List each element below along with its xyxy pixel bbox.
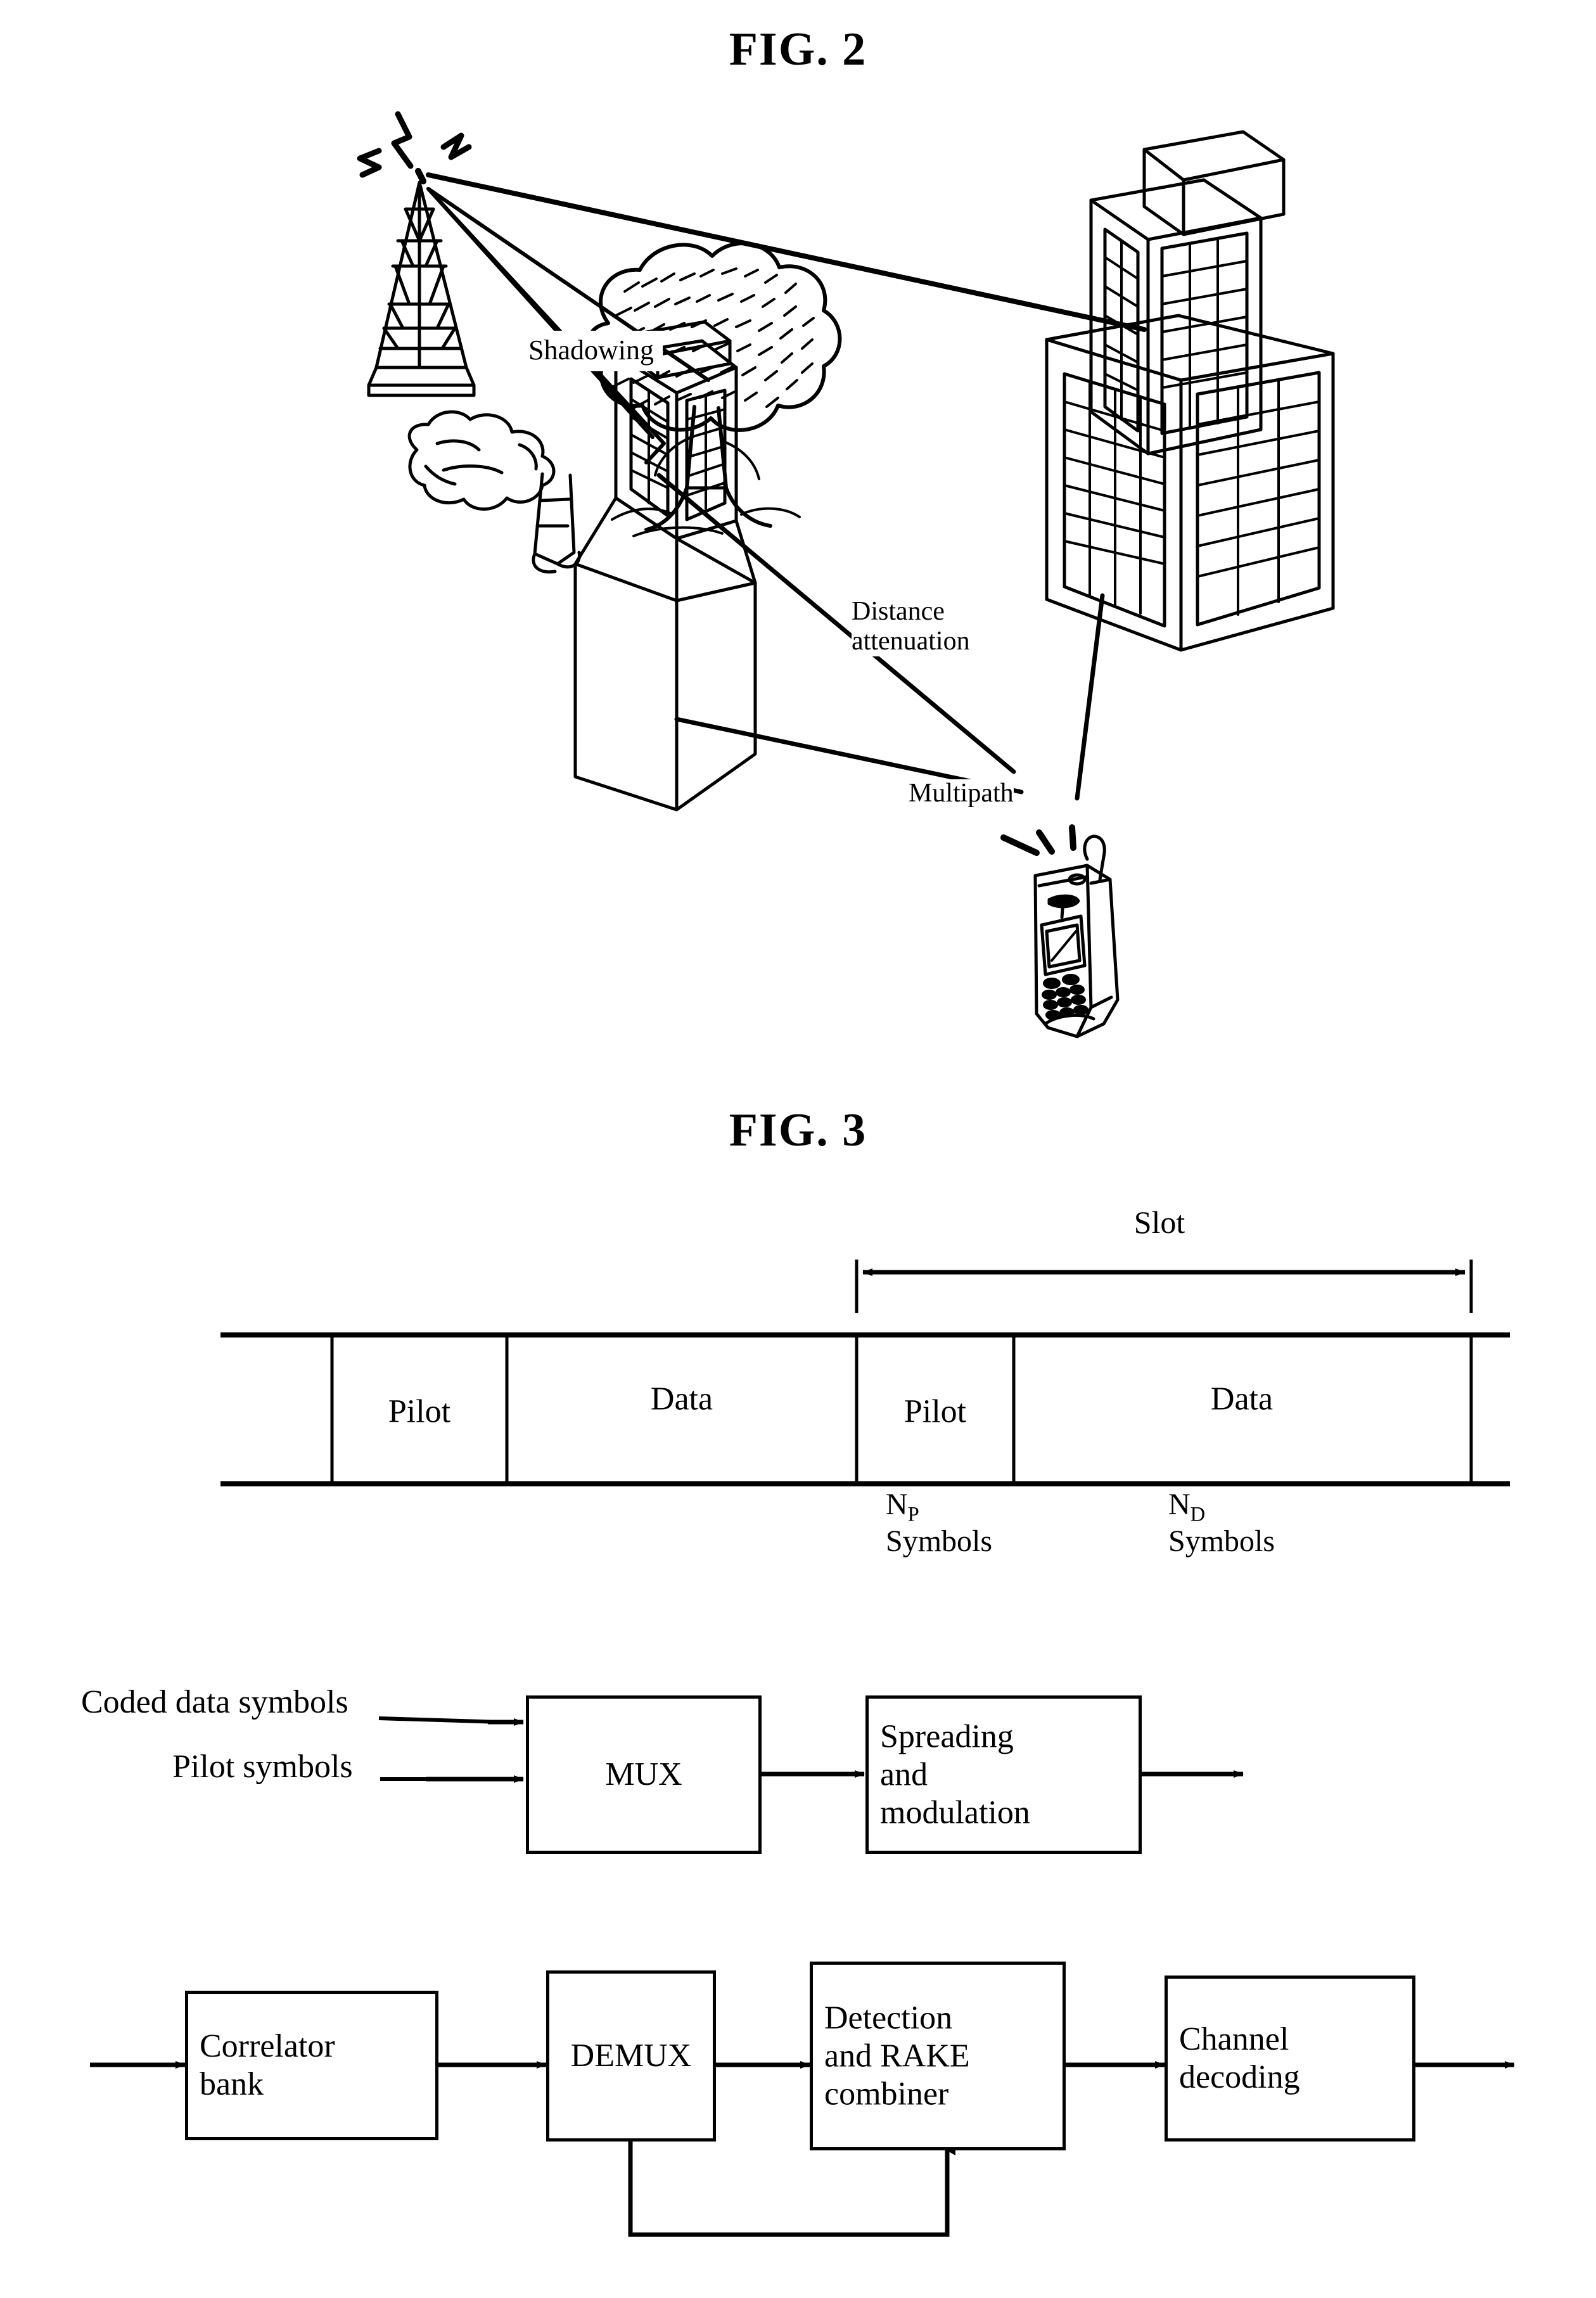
- slot-extension-ticks: [855, 1260, 1473, 1313]
- distance-attenuation-line-2: attenuation: [852, 627, 970, 656]
- spreading-modulation-block: Spreading and modulation: [865, 1695, 1142, 1854]
- mux-block: MUX: [526, 1695, 762, 1854]
- slot-cell-label-pilot-2: Pilot: [903, 1393, 967, 1430]
- shadowing-label: Shadowing: [520, 331, 663, 372]
- demux-block: DEMUX: [546, 1970, 716, 2142]
- nd-symbols-text: Symbols: [1168, 1524, 1275, 1558]
- np-symbols-text: Symbols: [886, 1524, 993, 1558]
- channel-decoding-block: Channel decoding: [1165, 1976, 1415, 2142]
- transmitter-label-leaders: [378, 1716, 501, 1781]
- feedback-loop: [628, 2142, 955, 2237]
- nd-symbols-annotation: ND Symbols: [1168, 1488, 1275, 1558]
- correlator-bank-block-label: Correlator bank: [200, 2028, 335, 2102]
- patent-figure-page: FIG. 2 Shadowing Distance attenuation Mu…: [0, 0, 1596, 2298]
- nd-subscript: D: [1190, 1503, 1206, 1526]
- distance-attenuation-label: Distance attenuation: [852, 597, 970, 657]
- detection-rake-combiner-block: Detection and RAKE combiner: [810, 1962, 1066, 2150]
- np-symbol: N: [886, 1488, 908, 1521]
- detection-rake-combiner-block-label: Detection and RAKE combiner: [824, 2000, 970, 2112]
- coded-data-symbols-label: Coded data symbols: [81, 1684, 348, 1720]
- np-symbols-annotation: NP Symbols: [886, 1488, 993, 1558]
- multipath-label: Multipath: [909, 779, 1014, 808]
- nd-symbol: N: [1168, 1488, 1191, 1521]
- demux-block-label: DEMUX: [570, 2038, 692, 2074]
- correlator-bank-block: Correlator bank: [185, 1991, 438, 2140]
- channel-decoding-block-label: Channel decoding: [1179, 2021, 1300, 2095]
- slot-cell-label-pilot-1: Pilot: [388, 1393, 451, 1430]
- distance-attenuation-line-1: Distance: [852, 597, 945, 626]
- spreading-modulation-block-label: Spreading and modulation: [880, 1718, 1030, 1830]
- pilot-symbols-label: Pilot symbols: [172, 1749, 353, 1785]
- figure-3-drawing: [90, 1260, 1515, 2237]
- mux-block-label: MUX: [605, 1756, 682, 1793]
- np-subscript: P: [907, 1503, 919, 1526]
- slot-cell-label-data-1: Data: [650, 1381, 713, 1417]
- slot-cell-label-data-2: Data: [1210, 1381, 1274, 1417]
